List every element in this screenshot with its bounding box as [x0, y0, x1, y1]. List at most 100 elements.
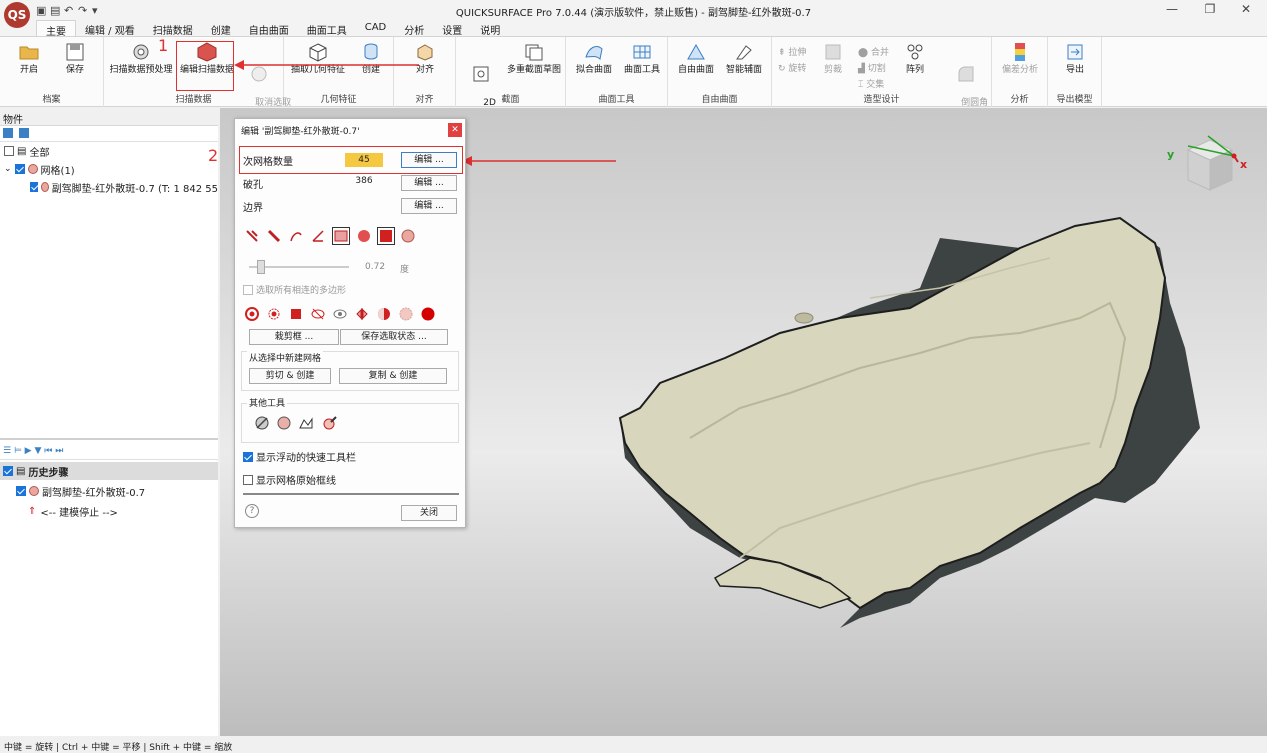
- pattern-button[interactable]: 阵列: [900, 41, 930, 76]
- window-title: QUICKSURFACE Pro 7.0.44 (演示版软件，禁止贩售) - 副…: [455, 8, 812, 19]
- annotation-1: 1: [158, 36, 169, 55]
- mesh-item-checkbox[interactable]: [30, 182, 38, 192]
- floating-toolbar-row[interactable]: 显示浮动的快速工具栏: [243, 449, 356, 464]
- group-label-scan: 扫描数据: [175, 95, 212, 105]
- filter-icon[interactable]: [19, 128, 30, 138]
- tab-cad[interactable]: CAD: [356, 20, 396, 36]
- play-icon[interactable]: ▶: [25, 446, 32, 456]
- cut-button[interactable]: ▟ 切割: [858, 61, 886, 74]
- deselect-icon[interactable]: [399, 307, 413, 321]
- last-step-icon[interactable]: ⏭: [55, 446, 63, 456]
- deviation-analysis-button[interactable]: 偏差分析: [996, 41, 1044, 76]
- trim-button[interactable]: 剪裁: [818, 41, 848, 76]
- export-label: 导出: [1065, 65, 1084, 75]
- filter-icon[interactable]: ▼: [34, 446, 41, 456]
- mesh-wireframe-row[interactable]: 显示网格原始框线: [243, 472, 336, 487]
- select-point-icon[interactable]: [245, 229, 259, 243]
- tree-row-all[interactable]: ▤ 全部: [0, 142, 218, 160]
- multi-section-button[interactable]: 多重截面草图: [504, 41, 564, 76]
- smooth-icon[interactable]: [299, 416, 313, 430]
- history-item-checkbox[interactable]: [16, 486, 26, 496]
- view-cube[interactable]: [1168, 132, 1248, 202]
- select-sphere-icon[interactable]: [401, 229, 415, 243]
- invert-selection-icon[interactable]: [377, 307, 391, 321]
- edit-submesh-button[interactable]: 编辑 ...: [401, 152, 457, 168]
- history-checkbox[interactable]: [3, 466, 13, 476]
- revolve-button[interactable]: ↻ 旋转: [778, 61, 806, 74]
- grow-selection-icon[interactable]: [267, 307, 281, 321]
- chevron-down-icon[interactable]: ⌄: [4, 164, 12, 174]
- panel-divider[interactable]: [0, 438, 218, 440]
- crop-frame-button[interactable]: 栽剪框 ...: [249, 329, 339, 345]
- tab-freeform[interactable]: 自由曲面: [240, 20, 298, 37]
- tree-row-mesh-group[interactable]: ⌄ 网格(1): [0, 160, 218, 178]
- open-button[interactable]: 开启: [12, 41, 46, 76]
- select-connected-row[interactable]: 选取所有相连的多边形: [243, 283, 346, 296]
- minimize-icon[interactable]: —: [1162, 2, 1182, 16]
- tab-edit-view[interactable]: 编辑 / 观看: [76, 20, 144, 37]
- cut-create-button[interactable]: 剪切 & 创建: [249, 368, 331, 384]
- select-rect-button[interactable]: [332, 227, 350, 245]
- select-connected-checkbox[interactable]: [243, 284, 253, 295]
- tab-scan-data[interactable]: 扫描数据: [144, 20, 202, 37]
- dialog-close-button[interactable]: 关闭: [401, 505, 457, 521]
- fill-hole-icon[interactable]: [277, 416, 291, 430]
- show-selection-icon[interactable]: [333, 307, 347, 321]
- edit-boundary-button[interactable]: 编辑 ...: [401, 198, 457, 214]
- all-checkbox[interactable]: [4, 146, 14, 156]
- list-view-icon[interactable]: ☰: [3, 446, 11, 456]
- app-logo[interactable]: QS: [4, 2, 30, 28]
- all-label: 全部: [29, 147, 50, 159]
- ribbon-group-export: 导出 导出模型: [1048, 37, 1102, 107]
- mirror-selection-icon[interactable]: [355, 307, 369, 321]
- close-window-icon[interactable]: ✕: [1236, 2, 1256, 16]
- select-all-icon[interactable]: [245, 307, 259, 321]
- select-polyline-icon[interactable]: [311, 229, 325, 243]
- select-lasso-icon[interactable]: [289, 229, 303, 243]
- first-step-icon[interactable]: ⏮: [44, 446, 52, 456]
- tab-create[interactable]: 创建: [202, 20, 240, 37]
- intersect-button[interactable]: ⌶ 交集: [858, 77, 884, 90]
- tab-help[interactable]: 说明: [471, 20, 509, 37]
- tab-analysis[interactable]: 分析: [395, 20, 433, 37]
- tab-surface-tools[interactable]: 曲面工具: [298, 20, 356, 37]
- smart-surface-button[interactable]: 智能辅面: [722, 41, 766, 76]
- merge-button[interactable]: ⬤ 合并: [858, 45, 889, 58]
- tree-row-mesh-item[interactable]: 副驾脚垫-红外散斑-0.7 (T: 1 842 55: [0, 178, 218, 196]
- select-brush-icon[interactable]: [267, 229, 281, 243]
- save-button[interactable]: 保存: [58, 41, 92, 76]
- mesh-wireframe-checkbox[interactable]: [243, 474, 253, 485]
- mesh-group-checkbox[interactable]: [14, 164, 25, 174]
- delete-selection-icon[interactable]: [421, 307, 435, 321]
- freeform-button[interactable]: 自由曲面: [674, 41, 718, 76]
- eraser-icon[interactable]: [255, 416, 269, 430]
- export-button[interactable]: 导出: [1056, 41, 1094, 76]
- dialog-close-icon[interactable]: ✕: [448, 123, 462, 137]
- history-stop-row[interactable]: ⇑ <-- 建模停止 -->: [28, 502, 118, 520]
- select-circle-icon[interactable]: [357, 229, 371, 243]
- expand-all-icon[interactable]: [3, 128, 13, 138]
- select-visible-button[interactable]: [377, 227, 395, 245]
- extrude-button[interactable]: ⇞ 拉伸: [778, 45, 806, 58]
- angle-slider-thumb[interactable]: [257, 260, 265, 274]
- history-header[interactable]: ▤ 历史步骤: [0, 462, 218, 480]
- shrink-selection-icon[interactable]: [289, 307, 303, 321]
- tree-view-icon[interactable]: ⊨: [14, 446, 22, 456]
- hide-selection-icon[interactable]: [311, 307, 325, 321]
- history-item[interactable]: 副驾脚垫-红外散斑-0.7: [16, 482, 145, 500]
- surface-tools-button[interactable]: 曲面工具: [620, 41, 664, 76]
- fit-surface-button[interactable]: 拟合曲面: [572, 41, 616, 76]
- save-selection-button[interactable]: 保存选取状态 ...: [340, 329, 448, 345]
- tab-settings[interactable]: 设置: [433, 20, 471, 37]
- history-header-label: 历史步骤: [28, 467, 69, 479]
- help-icon[interactable]: ?: [245, 504, 259, 518]
- restore-icon[interactable]: ❐: [1200, 2, 1220, 16]
- smart-surface-icon: [733, 41, 755, 63]
- copy-create-button[interactable]: 复制 & 创建: [339, 368, 447, 384]
- edit-holes-button[interactable]: 编辑 ...: [401, 175, 457, 191]
- tab-main[interactable]: 主要: [36, 20, 76, 38]
- paint-icon[interactable]: [323, 416, 337, 430]
- floating-toolbar-checkbox[interactable]: [243, 451, 253, 462]
- axis-y-label: y: [1167, 148, 1175, 161]
- ribbon-group-surface-tools: 拟合曲面 曲面工具 曲面工具: [566, 37, 668, 107]
